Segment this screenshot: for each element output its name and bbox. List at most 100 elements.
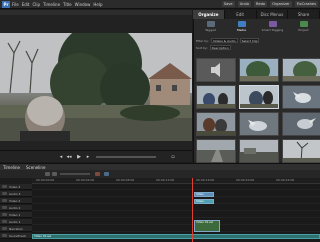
track-lane[interactable] bbox=[32, 205, 320, 211]
track-label: Audio 1 bbox=[9, 220, 21, 224]
thumbnail-clip[interactable] bbox=[196, 139, 236, 163]
track-label: Soundtrack bbox=[9, 234, 27, 238]
filter-by-label: Filter by: bbox=[196, 38, 209, 43]
track-lane[interactable] bbox=[32, 226, 320, 232]
thumbnail-clip[interactable] bbox=[239, 58, 279, 82]
shuttle-slider[interactable] bbox=[96, 156, 156, 158]
video-preview[interactable] bbox=[0, 33, 192, 141]
track-toggle-icon[interactable] bbox=[2, 213, 7, 216]
monitor-header bbox=[0, 10, 192, 15]
show-select[interactable]: Select Clip bbox=[239, 38, 260, 43]
track-header[interactable]: Video 3 bbox=[0, 184, 32, 190]
track-toggle-icon[interactable] bbox=[2, 192, 7, 195]
media-thumbnails bbox=[196, 58, 320, 163]
save-button[interactable]: Save bbox=[221, 1, 235, 7]
timeline-clip[interactable]: Video 01.avi bbox=[194, 192, 214, 197]
thumbnail-clip[interactable] bbox=[282, 139, 320, 163]
timeline-tracks: Video 3 Audio 3 Video 2 Audio 2 Video 1 … bbox=[0, 184, 320, 242]
track-lane[interactable] bbox=[32, 212, 320, 218]
record-icon[interactable] bbox=[95, 172, 100, 176]
ruler-label: 00:00:12:00 bbox=[156, 178, 175, 182]
tab-edit[interactable]: Edit bbox=[224, 10, 257, 19]
track-label: Audio 3 bbox=[9, 192, 21, 196]
rewind-icon[interactable]: ◂◂ bbox=[66, 154, 72, 160]
menu-help[interactable]: Help bbox=[93, 2, 102, 7]
track-label: Video 2 bbox=[9, 199, 21, 203]
menu-window[interactable]: Window bbox=[75, 2, 91, 7]
thumbnail-audio[interactable] bbox=[196, 58, 236, 82]
menu-title[interactable]: Title bbox=[63, 2, 72, 7]
filter-select[interactable]: Videos & Audio bbox=[210, 38, 238, 43]
thumbnail-clip[interactable] bbox=[239, 139, 279, 163]
thumbnail-clip[interactable] bbox=[282, 58, 320, 82]
subtab-project[interactable]: Project bbox=[289, 21, 318, 35]
step-forward-icon[interactable]: ▸ bbox=[85, 154, 91, 160]
track-toggle-icon[interactable] bbox=[2, 220, 7, 223]
zoom-slider[interactable] bbox=[60, 173, 90, 175]
fix-button[interactable]: FixCrashes bbox=[294, 1, 318, 7]
track-label: Video 1 bbox=[9, 213, 21, 217]
thumbnail-clip[interactable] bbox=[282, 112, 320, 136]
track-toggle-icon[interactable] bbox=[2, 234, 7, 237]
track-toggle-icon[interactable] bbox=[2, 185, 7, 188]
thumbnail-clip[interactable] bbox=[196, 112, 236, 136]
track-label: Audio 2 bbox=[9, 206, 21, 210]
media-icon bbox=[237, 21, 246, 27]
menu-timeline[interactable]: Timeline bbox=[43, 2, 60, 7]
main-menu: File Edit Clip Timeline Title Window Hel… bbox=[12, 2, 103, 7]
menu-edit[interactable]: Edit bbox=[22, 2, 30, 7]
thumbnail-clip-selected[interactable] bbox=[239, 85, 279, 109]
tab-share[interactable]: Share bbox=[288, 10, 320, 19]
playhead[interactable] bbox=[192, 178, 193, 242]
thumbnail-clip[interactable] bbox=[196, 85, 236, 109]
undo-button[interactable]: Undo bbox=[237, 1, 252, 7]
ruler-label: 00:00:08:00 bbox=[116, 178, 135, 182]
track-header[interactable]: Narration bbox=[0, 226, 32, 232]
track-header[interactable]: Video 2 bbox=[0, 198, 32, 204]
tab-disc-menus[interactable]: Disc Menus bbox=[256, 10, 289, 19]
step-back-icon[interactable]: ◂ bbox=[58, 154, 64, 160]
ruler-label: 00:00:24:00 bbox=[276, 178, 295, 182]
track-toggle-icon[interactable] bbox=[2, 206, 7, 209]
track-lane[interactable] bbox=[32, 191, 320, 197]
subtab-media[interactable]: Media bbox=[227, 21, 256, 35]
track-toggle-icon[interactable] bbox=[2, 199, 7, 202]
redo-button[interactable]: Redo bbox=[254, 1, 268, 7]
track-lane[interactable] bbox=[32, 219, 320, 225]
speaker-icon bbox=[197, 59, 235, 81]
subtab-label: Media bbox=[236, 28, 246, 32]
menu-clip[interactable]: Clip bbox=[32, 2, 40, 7]
tag-icon bbox=[206, 21, 215, 27]
track-header[interactable]: Soundtrack bbox=[0, 233, 32, 239]
timeline-video-clip[interactable]: Video 01.avi bbox=[194, 220, 220, 232]
sort-select[interactable]: Description bbox=[209, 45, 231, 50]
track-lane[interactable] bbox=[32, 198, 320, 204]
thumbnail-clip[interactable] bbox=[239, 112, 279, 136]
sort-by-label: Sort by: bbox=[196, 45, 208, 50]
subtab-smart-tagging[interactable]: Smart Tagging bbox=[258, 21, 287, 35]
ruler-label: 00:00:00:00 bbox=[36, 178, 55, 182]
timeline-clip[interactable]: Video 01.avi bbox=[194, 199, 214, 204]
tab-organize[interactable]: Organize bbox=[193, 10, 225, 19]
soundtrack-clip[interactable]: Video 01.avi bbox=[32, 234, 320, 239]
thumbnail-clip[interactable] bbox=[282, 85, 320, 109]
subtab-tagged[interactable]: Tagged bbox=[196, 21, 225, 35]
zoom-out-icon[interactable] bbox=[45, 172, 50, 176]
track-header[interactable]: Audio 3 bbox=[0, 191, 32, 197]
track-header[interactable]: Video 1 bbox=[0, 212, 32, 218]
track-lane[interactable] bbox=[32, 184, 320, 190]
organizer-button[interactable]: Organizer bbox=[270, 1, 292, 7]
ruler-label: 00:00:20:00 bbox=[236, 178, 255, 182]
top-actions: Save Undo Redo Organizer FixCrashes bbox=[221, 1, 318, 7]
zoom-in-icon[interactable] bbox=[52, 172, 57, 176]
subtab-label: Project bbox=[298, 28, 309, 32]
track-header[interactable]: Audio 1 bbox=[0, 219, 32, 225]
play-icon[interactable]: ▶ bbox=[76, 154, 82, 160]
marker-icon[interactable] bbox=[104, 172, 109, 176]
menu-file[interactable]: File bbox=[12, 2, 19, 7]
track-toggle-icon[interactable] bbox=[2, 227, 7, 230]
ruler-label: 00:00:16:00 bbox=[196, 178, 215, 182]
track-label: Narration bbox=[9, 227, 24, 231]
track-header[interactable]: Audio 2 bbox=[0, 205, 32, 211]
fullscreen-icon[interactable]: ▫ bbox=[170, 154, 176, 160]
